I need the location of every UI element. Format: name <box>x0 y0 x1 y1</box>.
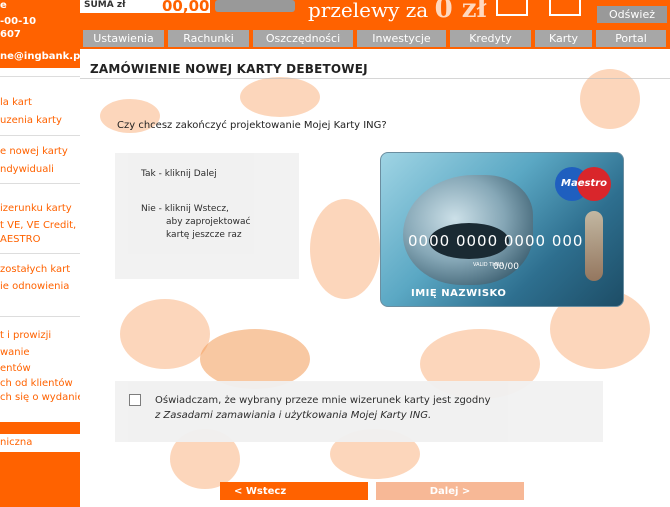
sidebar-header: e -00-10 607 ne@ingbank.pl <box>0 0 80 68</box>
sidebar-item-3[interactable]: e nowej karty <box>0 146 80 157</box>
sidebar-divider <box>0 316 80 317</box>
sidebar-item-4[interactable]: ndywiduali <box>0 164 80 175</box>
sidebar-item-1[interactable]: la kart <box>0 97 80 108</box>
maestro-brand-label: Maestro <box>561 178 608 189</box>
page-title: ZAMÓWIENIE NOWEJ KARTY DEBETOWEJ <box>90 62 368 76</box>
sidebar-item-10[interactable]: t i prowizji <box>0 330 80 341</box>
promo-text[interactable]: przelewy za 0 zł <box>308 0 487 24</box>
document-icon[interactable] <box>496 0 528 16</box>
tab-portal[interactable]: Portal <box>596 30 666 47</box>
option-yes-text: Tak - kliknij Dalej <box>141 169 217 179</box>
option-no-line-3: kartę jeszcze raz <box>166 230 242 240</box>
declaration-line-1: Oświadczam, że wybrany przeze mnie wizer… <box>155 395 491 406</box>
balance-label: SUMA zł <box>84 0 126 10</box>
background-splash <box>310 199 380 299</box>
card-number: 0000 0000 0000 000 <box>408 232 584 250</box>
promo-amount: 0 zł <box>434 0 487 24</box>
swimmer-image <box>585 211 603 281</box>
background-splash <box>240 77 320 117</box>
promo-banner: SUMA zł 00,00 przelewy za 0 zł <box>80 0 670 28</box>
background-splash <box>120 299 210 369</box>
sidebar-item-11[interactable]: wanie <box>0 347 80 358</box>
sidebar-bottom-band: niczna <box>0 434 80 452</box>
main-navigation: Ustawienia Rachunki Oszczędności Inwesty… <box>80 28 670 49</box>
sidebar-email-link[interactable]: ne@ingbank.pl <box>0 51 80 62</box>
option-no-line-1: Nie - kliknij Wstecz, <box>141 204 229 214</box>
declaration-checkbox[interactable] <box>129 394 141 406</box>
left-sidebar: e -00-10 607 ne@ingbank.pl la kart uzeni… <box>0 0 80 507</box>
sidebar-item-13[interactable]: ch od klientów <box>0 378 80 389</box>
tab-cards[interactable]: Karty <box>535 30 592 47</box>
main-content: ZAMÓWIENIE NOWEJ KARTY DEBETOWEJ Czy chc… <box>80 49 670 507</box>
sidebar-item-14[interactable]: ch się o wydanie <box>0 392 80 403</box>
banner-graphic <box>215 0 295 12</box>
card-expiry: 00/00 <box>493 262 519 272</box>
sidebar-item-2[interactable]: uzenia karty <box>0 115 80 126</box>
sidebar-item-6[interactable]: t VE, VE Credit, <box>0 220 80 231</box>
sidebar-divider <box>0 135 80 136</box>
sidebar-item-bottom[interactable]: niczna <box>0 437 80 448</box>
next-button[interactable]: Dalej > <box>376 482 524 500</box>
background-splash <box>200 329 310 389</box>
balance-box: SUMA zł 00,00 <box>80 0 210 15</box>
sidebar-item-5[interactable]: izerunku karty <box>0 203 80 214</box>
sidebar-top-line-3: 607 <box>0 29 21 40</box>
options-panel: Tak - kliknij Dalej Nie - kliknij Wstecz… <box>115 153 299 279</box>
sidebar-bottom: niczna <box>0 422 80 507</box>
sidebar-top-line-2: -00-10 <box>0 16 37 27</box>
promo-label: przelewy za <box>308 0 429 22</box>
maestro-logo-icon: Maestro <box>555 167 611 201</box>
question-text: Czy chcesz zakończyć projektowanie Mojej… <box>117 120 387 131</box>
option-no-text: Nie - kliknij Wstecz, aby zaprojektować … <box>141 203 251 242</box>
tab-investments[interactable]: Inwestycje <box>357 30 446 47</box>
sidebar-item-8[interactable]: zostałych kart <box>0 264 80 275</box>
declaration-panel: Oświadczam, że wybrany przeze mnie wizer… <box>115 381 603 442</box>
declaration-text: Oświadczam, że wybrany przeze mnie wizer… <box>155 393 595 423</box>
sidebar-item-12[interactable]: entów <box>0 363 80 374</box>
tab-accounts[interactable]: Rachunki <box>168 30 249 47</box>
tab-savings[interactable]: Oszczędności <box>253 30 353 47</box>
refresh-button[interactable]: Odśwież <box>597 6 667 23</box>
card-holder-name: IMIĘ NAZWISKO <box>411 288 507 299</box>
declaration-line-2: z Zasadami zamawiania i użytkowania Moje… <box>155 410 432 421</box>
card-preview: Maestro 0000 0000 0000 000 VALID THRU 00… <box>380 152 624 307</box>
sidebar-item-9[interactable]: ie odnowienia <box>0 281 80 292</box>
balance-value: 00,00 <box>162 0 210 15</box>
sidebar-divider <box>0 253 80 254</box>
sidebar-divider <box>0 183 80 184</box>
title-divider <box>80 78 670 79</box>
tab-loans[interactable]: Kredyty <box>450 30 531 47</box>
tab-settings[interactable]: Ustawienia <box>83 30 164 47</box>
option-no-line-2: aby zaprojektować <box>166 217 251 227</box>
sidebar-divider <box>0 76 80 77</box>
sidebar-top-line-1: e <box>0 0 7 11</box>
sidebar-item-7[interactable]: AESTRO <box>0 234 80 245</box>
back-button[interactable]: < Wstecz <box>220 482 368 500</box>
mail-icon[interactable] <box>549 0 581 16</box>
